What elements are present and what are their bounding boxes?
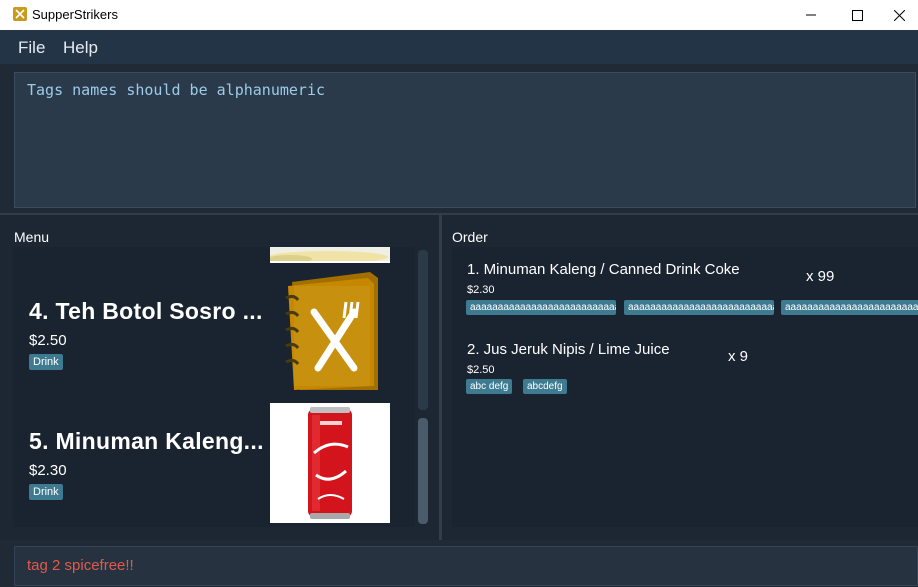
tag-badge: abcdefg — [523, 379, 567, 394]
file-menu[interactable]: File — [18, 38, 45, 58]
food-name: 5. Minuman Kaleng... — [29, 428, 264, 454]
order-item-price: $2.30 — [467, 284, 495, 296]
menu-list[interactable]: 4. Teh Botol Sosro ... $2.50 Drink 5. Mi… — [13, 247, 415, 527]
scrollbar-track[interactable] — [418, 250, 428, 410]
tag-badge: aaaaaaaaaaaaaaaaaaaaaaaaaaaaaaaaaaa — [466, 300, 616, 315]
tag-badge: abc defg — [466, 379, 513, 394]
order-item-quantity: x 99 — [806, 268, 835, 285]
close-button[interactable] — [880, 0, 918, 30]
result-display-panel: Tags names should be alphanumeric — [0, 64, 918, 214]
menu-panel-label: Menu — [14, 229, 50, 245]
food-price: $2.50 — [29, 332, 67, 349]
command-input[interactable]: tag 2 spicefree!! — [14, 546, 918, 586]
title-bar: SupperStrikers — [0, 0, 918, 30]
result-display[interactable]: Tags names should be alphanumeric — [14, 72, 916, 208]
scrollbar-thumb[interactable] — [418, 418, 428, 524]
order-list[interactable]: 1. Minuman Kaleng / Canned Drink Coke x … — [452, 247, 918, 527]
order-panel-label: Order — [452, 229, 488, 245]
order-item-name: 2. Jus Jeruk Nipis / Lime Juice — [467, 341, 670, 358]
minimize-icon — [806, 14, 816, 16]
order-item-2[interactable]: 2. Jus Jeruk Nipis / Lime Juice x 9 $2.5… — [452, 341, 918, 421]
app-logo-icon — [13, 7, 27, 21]
food-name: 4. Teh Botol Sosro ... — [29, 298, 263, 324]
tag-badge: aaaaaaaaaaaaaaaaaaaaaaaaaaaaaaaaaaa — [781, 300, 918, 315]
maximize-button[interactable] — [834, 0, 880, 30]
menu-bar: File Help — [0, 30, 918, 64]
menu-card-4[interactable]: 4. Teh Botol Sosro ... $2.50 Drink — [13, 270, 415, 400]
panel-divider[interactable] — [439, 214, 442, 540]
close-icon — [893, 9, 905, 21]
maximize-icon — [851, 9, 863, 21]
tag-badge: Drink — [29, 354, 63, 370]
order-item-quantity: x 9 — [728, 348, 749, 365]
coca-cola-can-image — [270, 403, 390, 523]
menu-card-5[interactable]: 5. Minuman Kaleng... $2.30 Drink — [13, 400, 415, 527]
food-price: $2.30 — [29, 462, 67, 479]
menu-book-icon — [278, 272, 382, 394]
tag-badge: aaaaaaaaaaaaaaaaaaaaaaaaaaaaaaaaaaa — [624, 300, 774, 315]
help-menu[interactable]: Help — [63, 38, 98, 58]
command-text: tag 2 spicefree!! — [27, 557, 134, 574]
result-text: Tags names should be alphanumeric — [27, 81, 326, 99]
order-item-1[interactable]: 1. Minuman Kaleng / Canned Drink Coke x … — [452, 261, 918, 341]
window-title: SupperStrikers — [32, 7, 118, 22]
order-item-name: 1. Minuman Kaleng / Canned Drink Coke — [467, 261, 740, 278]
order-item-price: $2.50 — [467, 364, 495, 376]
tag-badge: Drink — [29, 484, 63, 500]
minimize-button[interactable] — [788, 0, 834, 30]
command-panel: tag 2 spicefree!! — [0, 540, 918, 587]
divider — [0, 213, 918, 215]
food-image-partial — [268, 247, 390, 263]
